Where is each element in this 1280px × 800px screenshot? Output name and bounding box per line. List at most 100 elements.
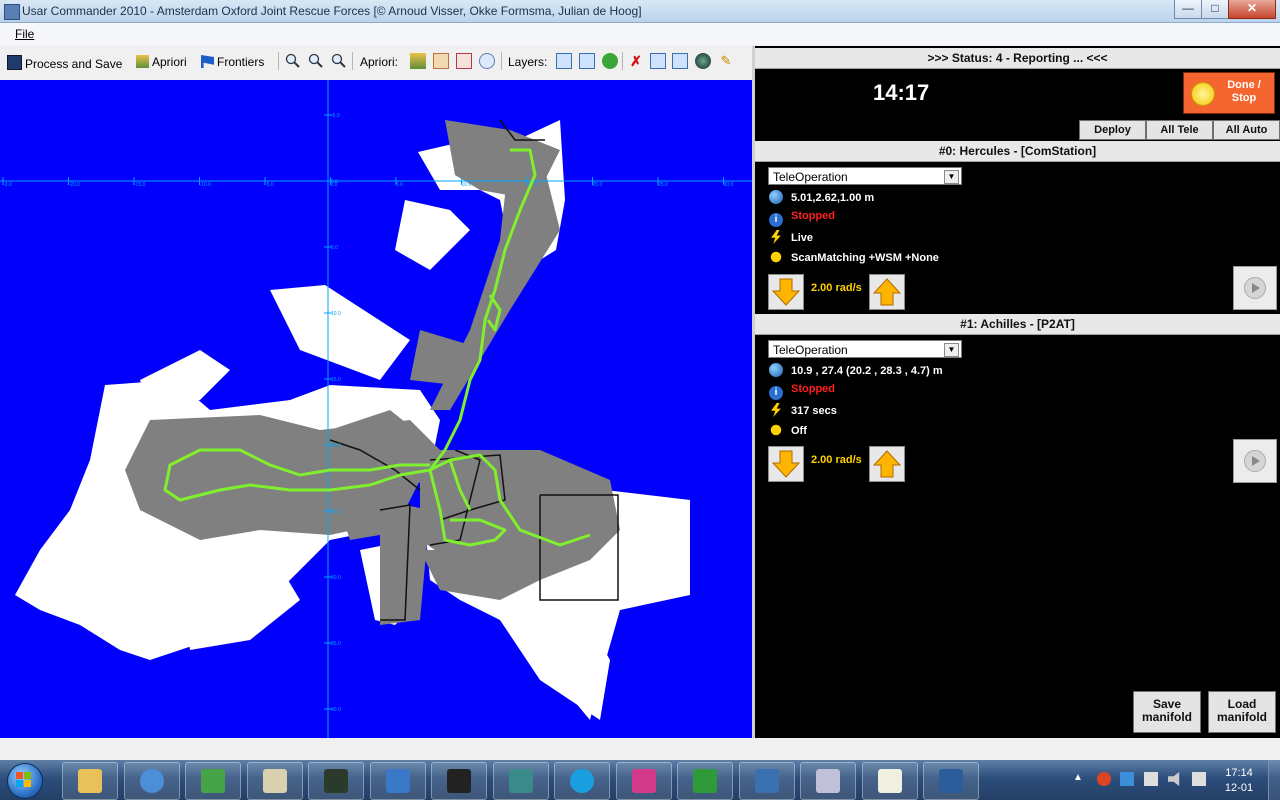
- map-canvas[interactable]: -3.0 -20.0 -15.0 -10.0 -5.0 0.0 5.0 10.0 15.0 20.…: [0, 80, 752, 738]
- done-stop-button[interactable]: Done / Stop: [1183, 72, 1275, 114]
- apriori-image-icon[interactable]: [456, 53, 472, 69]
- tray-app-icon[interactable]: [1097, 772, 1111, 786]
- robot-0-mode-select[interactable]: TeleOperation ▼: [768, 167, 962, 185]
- layer-globe-icon[interactable]: [695, 53, 711, 69]
- y-tick-label: 30.0: [331, 575, 341, 581]
- robot-0-link: Live: [791, 232, 814, 244]
- y-tick-label: 0.0: [331, 179, 338, 185]
- deploy-button[interactable]: Deploy: [1079, 120, 1146, 140]
- robot-0-play-button[interactable]: [1233, 266, 1277, 310]
- toolbar-separator: [622, 52, 623, 70]
- apriori-label: Apriori: [152, 55, 187, 69]
- wand-icon[interactable]: ✎: [718, 53, 734, 69]
- taskbar-notepad[interactable]: [246, 762, 303, 800]
- apriori-photo-icon[interactable]: [433, 53, 449, 69]
- robot-0-position: 5.01,2.62,1.00 m: [791, 192, 875, 204]
- maximize-button[interactable]: □: [1201, 0, 1229, 19]
- y-tick-label: 25.0: [331, 509, 341, 515]
- zoom-out-icon[interactable]: [308, 53, 324, 69]
- robot-1-mode-select[interactable]: TeleOperation ▼: [768, 340, 962, 358]
- skype-icon: [570, 769, 594, 793]
- taskbar-perfmon[interactable]: [308, 762, 364, 800]
- robot-1-state-row: i Stopped: [769, 383, 835, 400]
- robot-1-speed-up-button[interactable]: [869, 446, 905, 482]
- toolbar-separator: [352, 52, 353, 70]
- toolbar-separator: [501, 52, 502, 70]
- load-manifold-button[interactable]: Load manifold: [1208, 691, 1276, 733]
- messenger-icon: [201, 769, 225, 793]
- apriori-button[interactable]: Apriori: [136, 55, 187, 69]
- apriori-map-icon[interactable]: [410, 53, 426, 69]
- robot-1-state: Stopped: [791, 383, 835, 395]
- layer-document-icon[interactable]: [650, 53, 666, 69]
- notepad-icon: [262, 769, 287, 793]
- taskbar-usar-commander[interactable]: [800, 762, 856, 800]
- layer-path-icon[interactable]: [579, 53, 595, 69]
- process-save-button[interactable]: Process and Save: [7, 55, 122, 71]
- robot-0-header: #0: Hercules - [ComStation]: [755, 141, 1280, 162]
- volume-icon[interactable]: [1168, 772, 1180, 786]
- all-auto-button[interactable]: All Auto: [1213, 120, 1280, 140]
- taskbar-skype[interactable]: [554, 762, 610, 800]
- robot-0-state: Stopped: [791, 210, 835, 222]
- usb-icon[interactable]: [1144, 772, 1158, 786]
- show-desktop-button[interactable]: [1268, 760, 1280, 800]
- close-button[interactable]: ✕: [1228, 0, 1276, 19]
- taskbar-visual-studio[interactable]: [615, 762, 672, 800]
- zoom-in-icon[interactable]: [285, 53, 301, 69]
- usar-commander-icon: [816, 769, 840, 793]
- status-header: >>> Status: 4 - Reporting ... <<<: [755, 48, 1280, 69]
- y-tick-label: 20.0: [331, 443, 341, 449]
- taskbar-virtualbox[interactable]: [738, 762, 795, 800]
- menu-file[interactable]: File: [15, 27, 34, 41]
- taskbar-editor[interactable]: [861, 762, 918, 800]
- clock-icon[interactable]: [479, 53, 495, 69]
- y-tick-label: 15.0: [331, 377, 341, 383]
- sun-small-icon: [770, 251, 782, 263]
- robot-0-link-row: Live: [769, 230, 813, 244]
- x-tick-label: 25.0: [658, 182, 668, 188]
- all-tele-button[interactable]: All Tele: [1146, 120, 1213, 140]
- layer-free-space-icon[interactable]: [556, 53, 572, 69]
- frontiers-button[interactable]: Frontiers: [201, 55, 264, 69]
- taskbar-console[interactable]: [431, 762, 487, 800]
- robot-1-mode-value: TeleOperation: [773, 343, 848, 357]
- taskbar-cygwin[interactable]: [677, 762, 733, 800]
- taskbar-itunes[interactable]: [369, 762, 426, 800]
- tray-expand-icon[interactable]: ▲: [1073, 772, 1087, 786]
- layer-rgb-icon[interactable]: [672, 53, 688, 69]
- robot-0-speed-up-button[interactable]: [869, 274, 905, 310]
- chevron-down-icon[interactable]: ▼: [944, 170, 959, 184]
- save-manifold-button[interactable]: Save manifold: [1133, 691, 1201, 733]
- taskbar-explorer[interactable]: [62, 762, 118, 800]
- start-button[interactable]: [3, 761, 49, 799]
- taskbar-network[interactable]: [492, 762, 549, 800]
- system-clock[interactable]: 17:14 12-01: [1222, 766, 1256, 796]
- delete-x-icon[interactable]: ✗: [628, 53, 644, 69]
- minimize-button[interactable]: —: [1174, 0, 1202, 19]
- robot-1-link: 317 secs: [791, 405, 837, 417]
- arrow-down-icon: [771, 278, 801, 306]
- network-icon[interactable]: [1192, 772, 1206, 786]
- zoom-fit-icon[interactable]: [331, 53, 347, 69]
- robot-0-state-row: i Stopped: [769, 210, 835, 227]
- y-tick-label: 10.0: [331, 311, 341, 317]
- sun-icon: [1191, 82, 1215, 106]
- map-view[interactable]: -3.0 -20.0 -15.0 -10.0 -5.0 0.0 5.0 10.0 15.0 20.…: [0, 80, 752, 738]
- taskbar: ▲ 17:14 12-01: [0, 760, 1280, 800]
- lightning-icon: [771, 230, 781, 244]
- virtualbox-icon: [754, 769, 779, 793]
- windows-flag-icon: [16, 772, 31, 787]
- robot-1-play-button[interactable]: [1233, 439, 1277, 483]
- dropbox-icon[interactable]: [1120, 772, 1134, 786]
- network-icon: [508, 769, 533, 793]
- taskbar-python[interactable]: [923, 762, 979, 800]
- robot-1-speed: 2.00 rad/s: [811, 454, 862, 466]
- chevron-down-icon[interactable]: ▼: [944, 343, 959, 357]
- robot-1-speed-down-button[interactable]: [768, 446, 804, 482]
- taskbar-chrome[interactable]: [123, 762, 180, 800]
- x-tick-label: 20.0: [593, 182, 603, 188]
- robot-0-speed-down-button[interactable]: [768, 274, 804, 310]
- taskbar-messenger[interactable]: [185, 762, 241, 800]
- layer-victims-icon[interactable]: [602, 53, 618, 69]
